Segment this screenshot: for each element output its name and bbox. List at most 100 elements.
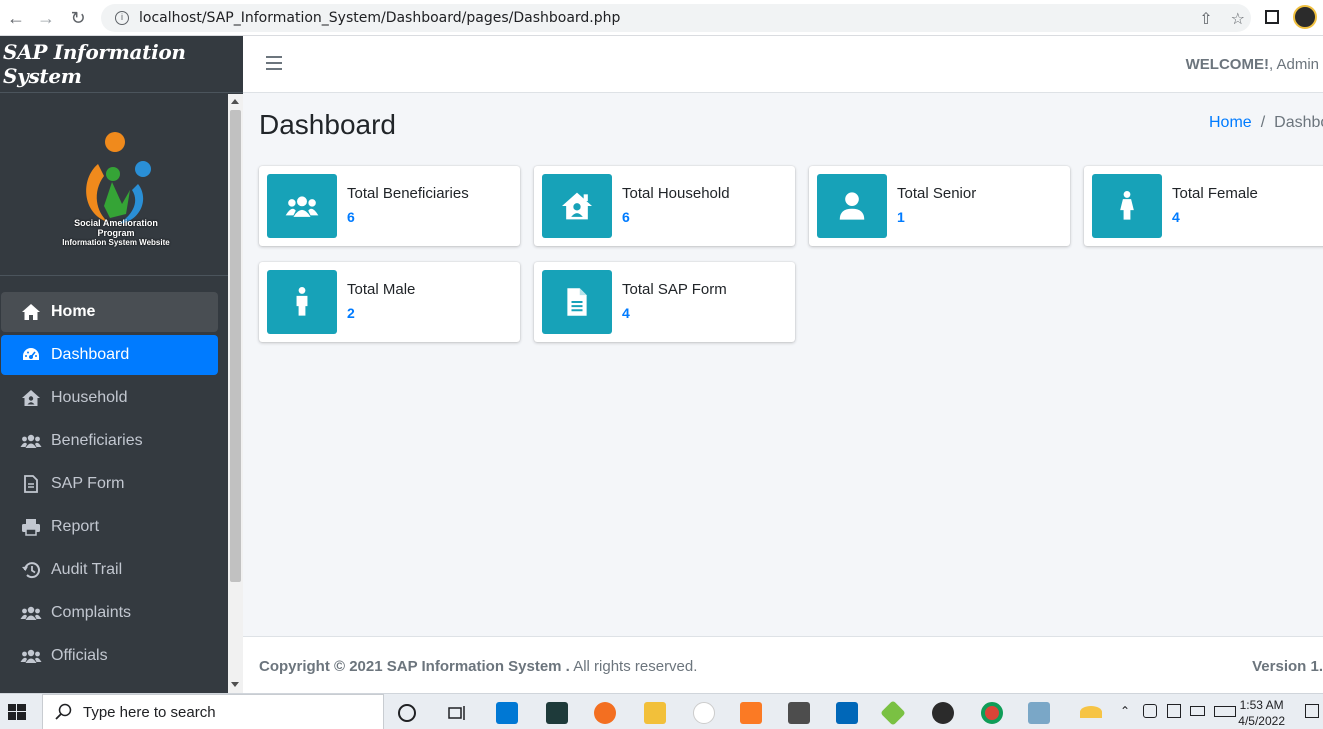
side-panel-icon[interactable] <box>1265 10 1279 24</box>
sidebar-item-label: Home <box>51 303 96 320</box>
info-box-value: 6 <box>622 209 630 225</box>
store-icon[interactable] <box>836 702 858 724</box>
info-box-sap-form[interactable]: Total SAP Form 4 <box>534 262 795 342</box>
git-icon[interactable] <box>880 700 906 726</box>
male-icon <box>267 270 337 334</box>
sublime-icon[interactable] <box>788 702 810 724</box>
sidebar-item-audit-trail[interactable]: Audit Trail <box>1 550 218 590</box>
female-icon <box>1092 174 1162 238</box>
sidebar-item-complaints[interactable]: Complaints <box>1 593 218 633</box>
footer-copyright: Copyright © 2021 SAP Information System … <box>259 658 697 675</box>
clock-time: 1:53 AM <box>1239 698 1284 712</box>
url-text: localhost/SAP_Information_System/Dashboa… <box>139 10 621 26</box>
xampp-icon[interactable] <box>740 702 762 724</box>
info-box-household[interactable]: Total Household 6 <box>534 166 795 246</box>
breadcrumb-home-link[interactable]: Home <box>1209 114 1252 131</box>
info-box-label: Total Beneficiaries <box>347 185 469 202</box>
history-icon <box>20 560 42 580</box>
taskbar-search[interactable]: Type here to search <box>42 694 384 729</box>
house-user-icon <box>542 174 612 238</box>
display-icon[interactable] <box>1167 704 1181 718</box>
back-icon[interactable]: ← <box>1 3 31 33</box>
brand-title: SAP Information System <box>3 40 186 88</box>
pycharm-icon[interactable] <box>546 702 568 724</box>
sidebar-item-dashboard[interactable]: Dashboard <box>1 335 218 375</box>
info-box-label: Total Senior <box>897 185 977 202</box>
scroll-up-icon[interactable] <box>231 99 239 104</box>
postman-icon[interactable] <box>594 702 616 724</box>
info-box-senior[interactable]: Total Senior 1 <box>809 166 1070 246</box>
clock-date: 4/5/2022 <box>1238 714 1285 728</box>
address-bar[interactable]: i localhost/SAP_Information_System/Dashb… <box>101 4 1251 32</box>
info-box-value: 6 <box>347 209 355 225</box>
browser-toolbar: ← → ↻ i localhost/SAP_Information_System… <box>0 0 1323 36</box>
sidebar-item-officials[interactable]: Officials <box>1 636 218 676</box>
chrome-icon[interactable] <box>981 702 1003 724</box>
sidebar-nav: Home Dashboard Household Beneficiaries S… <box>0 292 228 679</box>
breadcrumb: Home / Dashboard <box>1209 114 1323 132</box>
version-text: Version 1. <box>1252 658 1323 675</box>
battery-icon[interactable] <box>1190 706 1205 716</box>
logo-line1: Social Amelioration Program <box>74 218 158 238</box>
sidebar-item-label: Dashboard <box>51 346 130 363</box>
avatar[interactable] <box>1293 5 1317 29</box>
info-box-female[interactable]: Total Female 4 <box>1084 166 1323 246</box>
info-box-value: 4 <box>1172 209 1180 225</box>
taskbar-clock[interactable]: 1:53 AM 4/5/2022 <box>1238 697 1285 729</box>
weather-icon[interactable] <box>1080 706 1102 718</box>
home-icon <box>20 302 42 322</box>
scroll-down-icon[interactable] <box>231 682 239 687</box>
obs-icon[interactable] <box>932 702 954 724</box>
sidebar-item-beneficiaries[interactable]: Beneficiaries <box>1 421 218 461</box>
windows-taskbar: Type here to search ⌃ 1:53 AM 4/5/2022 <box>0 693 1323 729</box>
star-icon[interactable]: ☆ <box>1231 9 1245 29</box>
vscode-icon[interactable] <box>496 702 518 724</box>
scroll-thumb[interactable] <box>230 110 241 582</box>
notepad-icon[interactable] <box>1028 702 1050 724</box>
footer-version: Version 1. <box>1252 658 1323 675</box>
sidebar-item-sap-form[interactable]: SAP Form <box>1 464 218 504</box>
users-icon <box>20 646 42 666</box>
sidebar-item-household[interactable]: Household <box>1 378 218 418</box>
notification-icon[interactable] <box>1305 704 1319 718</box>
info-box-label: Total SAP Form <box>622 281 727 298</box>
task-view-icon[interactable] <box>446 702 468 724</box>
info-box-value: 1 <box>897 209 905 225</box>
info-box-male[interactable]: Total Male 2 <box>259 262 520 342</box>
mongodb-icon[interactable] <box>693 702 715 724</box>
info-box-label: Total Female <box>1172 185 1258 202</box>
print-icon <box>20 517 42 537</box>
forward-icon[interactable]: → <box>31 3 61 33</box>
keyboard-icon[interactable] <box>1214 706 1236 717</box>
sidebar-item-label: Beneficiaries <box>51 432 143 449</box>
house-user-icon <box>20 388 42 408</box>
user-icon <box>817 174 887 238</box>
menu-toggle-icon[interactable] <box>266 56 282 70</box>
users-icon <box>267 174 337 238</box>
file-alt-icon <box>542 270 612 334</box>
logo-icon <box>86 132 151 224</box>
sidebar-item-home[interactable]: Home <box>1 292 218 332</box>
sidebar-scrollbar[interactable] <box>228 94 243 693</box>
sidebar-logo: Social Amelioration Program Information … <box>0 94 228 276</box>
chevron-up-icon[interactable]: ⌃ <box>1120 704 1130 718</box>
info-box-value: 2 <box>347 305 355 321</box>
sidebar-item-report[interactable]: Report <box>1 507 218 547</box>
meet-icon[interactable] <box>1143 704 1157 718</box>
info-box-beneficiaries[interactable]: Total Beneficiaries 6 <box>259 166 520 246</box>
footer: Copyright © 2021 SAP Information System … <box>243 636 1323 693</box>
file-icon <box>20 474 42 494</box>
share-icon[interactable]: ⇧ <box>1199 9 1212 29</box>
windows-start-icon[interactable] <box>8 704 26 720</box>
reload-icon[interactable]: ↻ <box>63 3 93 33</box>
cortana-icon[interactable] <box>398 704 416 722</box>
rights-text: All rights reserved. <box>569 658 698 675</box>
page-title: Dashboard <box>259 109 396 140</box>
brand[interactable]: SAP Information System <box>0 36 243 93</box>
welcome-text: WELCOME!, Admin <box>1186 56 1319 73</box>
info-box-label: Total Household <box>622 185 730 202</box>
sidebar-item-label: Report <box>51 518 100 535</box>
breadcrumb-separator: / <box>1260 114 1266 131</box>
sidebar-item-label: Complaints <box>51 604 132 621</box>
file-explorer-icon[interactable] <box>644 702 666 724</box>
